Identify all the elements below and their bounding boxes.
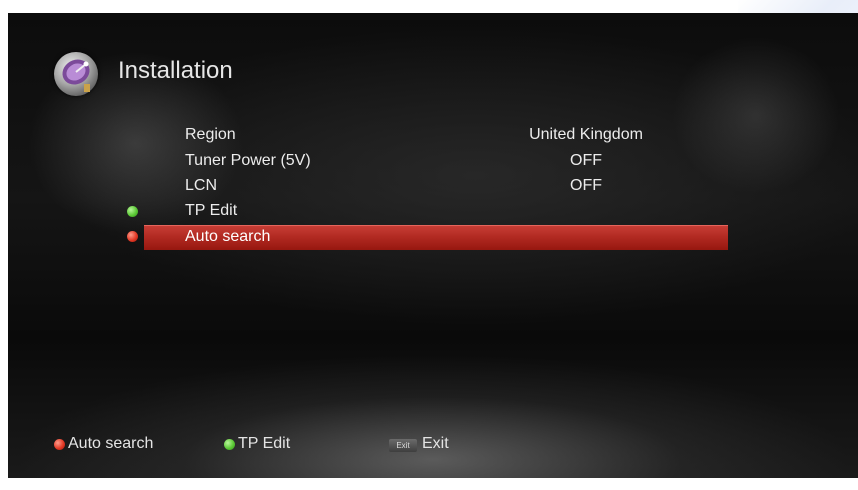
- menu-item-lcn[interactable]: LCN: [185, 176, 217, 196]
- tuner-power-value[interactable]: OFF: [488, 151, 684, 171]
- page-title: Installation: [118, 57, 233, 84]
- red-key-icon: [54, 439, 65, 450]
- menu-item-auto-search[interactable]: Auto search: [144, 225, 728, 250]
- menu-item-region[interactable]: Region: [185, 125, 236, 145]
- footer-tp-edit[interactable]: TP Edit: [238, 434, 290, 454]
- tv-screen: Installation Region United Kingdom Tuner…: [8, 13, 858, 478]
- exit-key-icon: Exit: [389, 439, 417, 452]
- lcn-value[interactable]: OFF: [488, 176, 684, 196]
- satellite-dish-icon: [54, 52, 98, 96]
- footer-exit[interactable]: Exit: [422, 434, 449, 454]
- green-key-icon: [224, 439, 235, 450]
- footer-auto-search[interactable]: Auto search: [68, 434, 153, 454]
- menu-item-auto-search-label: Auto search: [185, 228, 271, 245]
- menu-item-tp-edit[interactable]: TP Edit: [185, 201, 237, 221]
- red-button-icon: [127, 231, 138, 242]
- green-button-icon: [127, 206, 138, 217]
- region-value[interactable]: United Kingdom: [488, 125, 684, 145]
- menu-item-tuner-power[interactable]: Tuner Power (5V): [185, 151, 311, 171]
